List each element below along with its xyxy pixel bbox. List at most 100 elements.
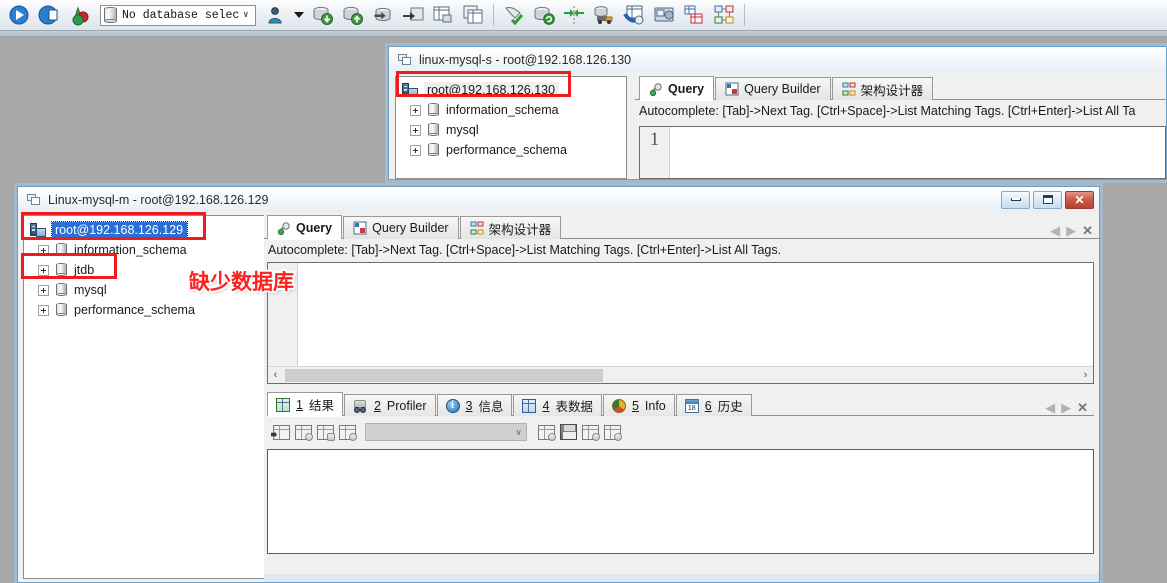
result-tab-label: 结果 <box>308 399 334 413</box>
schema-designer-icon <box>842 82 856 96</box>
database-icon <box>55 302 68 318</box>
scroll-left-arrow-icon[interactable]: ‹ <box>268 369 283 381</box>
background-window-titlebar[interactable]: linux-mysql-s - root@192.168.126.130 <box>389 47 1166 72</box>
result-tab-profiler[interactable]: 2 Profiler <box>343 394 436 416</box>
window-controls: ✕ <box>1001 190 1099 209</box>
minimize-glyph <box>1010 198 1021 201</box>
line-number <box>268 263 297 265</box>
monitor-icon[interactable] <box>651 2 677 28</box>
expand-icon[interactable] <box>410 104 421 116</box>
foreground-window-title: Linux-mysql-m - root@192.168.126.129 <box>48 192 269 207</box>
tab-schema-designer[interactable]: 架构设计器 <box>831 77 934 100</box>
duplicate-row-button[interactable] <box>317 424 335 441</box>
tree-item-mysql[interactable]: mysql <box>396 120 626 140</box>
result-output-pane[interactable] <box>267 449 1094 554</box>
tab-prev-button[interactable]: ◀ <box>1050 224 1060 237</box>
foreground-window-titlebar[interactable]: Linux-mysql-m - root@192.168.126.129 ✕ <box>18 187 1099 212</box>
result-tab-info[interactable]: 5 Info <box>602 394 675 416</box>
result-tab-history[interactable]: 18 6 历史 <box>675 394 752 416</box>
tab-query-builder[interactable]: Query Builder <box>715 77 831 100</box>
new-object-icon[interactable] <box>66 2 92 28</box>
foreground-window[interactable]: Linux-mysql-m - root@192.168.126.129 ✕ r… <box>17 186 1100 583</box>
background-editor-tabs: Query Query Builder 架构设计器 <box>635 76 1166 101</box>
user-dropdown-arrow-icon[interactable] <box>292 2 306 28</box>
tree-item-label: information_schema <box>74 243 187 257</box>
database-icon <box>55 242 68 258</box>
tree-item-performance-schema[interactable]: performance_schema <box>24 300 264 320</box>
close-button[interactable]: ✕ <box>1065 190 1094 209</box>
editor-hscrollbar[interactable]: ‹ › <box>268 366 1093 383</box>
expand-icon[interactable] <box>38 264 49 276</box>
tree-root-node[interactable]: root@192.168.126.129 <box>24 220 264 240</box>
refresh-grid-button[interactable] <box>604 424 622 441</box>
maximize-glyph <box>1042 195 1053 204</box>
editor-tab-nav: ◀ ▶ ✕ <box>1050 224 1099 239</box>
result-tab-next-button[interactable]: ▶ <box>1061 401 1071 414</box>
transfer-icon[interactable] <box>591 2 617 28</box>
restore-icon[interactable] <box>340 2 366 28</box>
report-icon[interactable] <box>681 2 707 28</box>
duplicate-table-icon[interactable] <box>460 2 486 28</box>
tree-item-information-schema[interactable]: information_schema <box>396 100 626 120</box>
import-grid-button[interactable] <box>582 424 600 441</box>
chevron-down-icon[interactable]: ∨ <box>240 10 252 20</box>
main-toolbar: No database select ∨ <box>0 0 1167 31</box>
minimize-button[interactable] <box>1001 190 1030 209</box>
tab-query[interactable]: Query <box>267 215 343 240</box>
toolbar-separator <box>493 4 494 26</box>
import-icon[interactable] <box>370 2 396 28</box>
result-tab-close-button[interactable]: ✕ <box>1077 401 1088 414</box>
tab-query[interactable]: Query <box>639 76 715 101</box>
info-circle-icon: i <box>445 398 460 413</box>
export-icon[interactable] <box>400 2 426 28</box>
copy-row-button[interactable] <box>295 424 313 441</box>
tree-item-performance-schema[interactable]: performance_schema <box>396 140 626 160</box>
chevron-down-icon[interactable]: ∨ <box>515 427 522 438</box>
open-connection-icon[interactable] <box>36 2 62 28</box>
background-db-tree[interactable]: root@192.168.126.130 information_schema … <box>395 76 627 179</box>
tree-item-label: performance_schema <box>74 303 195 317</box>
schema-designer-icon[interactable] <box>711 2 737 28</box>
schema-designer-icon <box>470 221 484 235</box>
expand-icon[interactable] <box>38 304 49 316</box>
tab-next-button[interactable]: ▶ <box>1066 224 1076 237</box>
background-window[interactable]: linux-mysql-s - root@192.168.126.130 roo… <box>388 46 1167 180</box>
insert-row-button[interactable] <box>271 424 290 440</box>
save-grid-button[interactable] <box>560 424 577 440</box>
maximize-button[interactable] <box>1033 190 1062 209</box>
close-icon: ✕ <box>1074 192 1085 207</box>
scroll-right-arrow-icon[interactable]: › <box>1078 369 1093 381</box>
tab-query-builder[interactable]: Query Builder <box>343 216 459 239</box>
sync-icon[interactable] <box>621 2 647 28</box>
validate-icon[interactable] <box>501 2 527 28</box>
result-filter-combo[interactable]: ∨ <box>365 423 527 441</box>
foreground-query-editor[interactable]: ‹ › <box>267 262 1094 384</box>
tab-schema-designer[interactable]: 架构设计器 <box>459 216 562 239</box>
result-tab-table-data[interactable]: 4 表数据 <box>513 394 602 416</box>
tab-close-button[interactable]: ✕ <box>1082 224 1093 237</box>
expand-icon[interactable] <box>410 124 421 136</box>
tree-root-node[interactable]: root@192.168.126.130 <box>396 80 626 100</box>
database-selector[interactable]: No database select ∨ <box>100 4 256 26</box>
export-grid-button[interactable] <box>538 424 556 441</box>
result-tab-label: Info <box>644 398 666 413</box>
result-tab-info-msg[interactable]: i 3 信息 <box>436 394 513 416</box>
expand-icon[interactable] <box>38 244 49 256</box>
delete-row-button[interactable] <box>339 424 357 441</box>
refresh-db-icon[interactable] <box>531 2 557 28</box>
connect-icon[interactable] <box>6 2 32 28</box>
user-manager-icon[interactable] <box>262 2 288 28</box>
hscroll-thumb[interactable] <box>285 368 603 382</box>
tree-item-information-schema[interactable]: information_schema <box>24 240 264 260</box>
tab-label: 架构设计器 <box>860 83 924 98</box>
expand-icon[interactable] <box>38 284 49 296</box>
expand-icon[interactable] <box>410 144 421 156</box>
tree-item-label: mysql <box>74 283 107 297</box>
background-query-editor[interactable]: 1 <box>639 126 1166 179</box>
backup-icon[interactable] <box>310 2 336 28</box>
compare-icon[interactable] <box>561 2 587 28</box>
result-tab-prev-button[interactable]: ◀ <box>1045 401 1055 414</box>
hscroll-track[interactable] <box>283 368 1078 383</box>
table-export-icon[interactable] <box>430 2 456 28</box>
result-tab-result[interactable]: 1 结果 <box>267 392 343 417</box>
